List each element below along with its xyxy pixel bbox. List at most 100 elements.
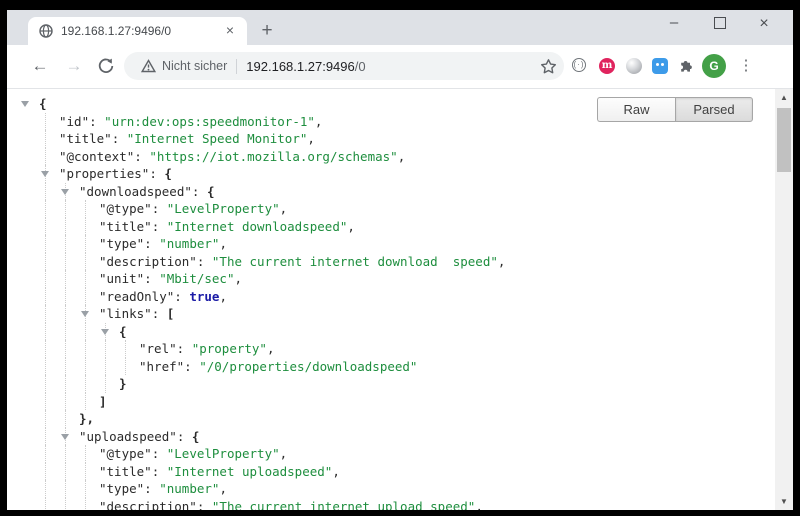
scroll-up-icon[interactable]: ▲: [775, 89, 793, 106]
json-line-text: "href": "/0/properties/downloadspeed": [7, 358, 417, 376]
reload-icon[interactable]: [97, 57, 115, 75]
browser-menu-icon[interactable]: ⋮: [736, 54, 756, 78]
extension-ring-icon[interactable]: (·): [572, 58, 586, 72]
json-line-text: "links": [: [7, 305, 174, 323]
indent-guide: [65, 480, 66, 498]
forward-button[interactable]: →: [61, 53, 87, 79]
json-line-text: "rel": "property",: [7, 340, 275, 358]
omnibox-separator: [236, 59, 237, 74]
json-line-text: "title": "Internet downloadspeed",: [7, 218, 355, 236]
url-host: 192.168.1.27:9496: [246, 59, 354, 74]
json-line: "type": "number",: [7, 480, 775, 498]
json-line: "@type": "LevelProperty",: [7, 200, 775, 218]
indent-guide: [125, 358, 126, 376]
browser-toolbar: ← → Nicht sicher 192.168.1.27:9496/0 (·)…: [7, 45, 793, 89]
json-line-text: "type": "number",: [7, 235, 227, 253]
indent-guide: [85, 445, 86, 463]
indent-guide: [65, 305, 66, 323]
indent-guide: [85, 463, 86, 481]
indent-guide: [45, 358, 46, 376]
collapse-triangle-icon[interactable]: [41, 171, 49, 177]
json-line-text: "type": "number",: [7, 480, 227, 498]
json-line: "title": "Internet downloadspeed",: [7, 218, 775, 236]
json-line: "title": "Internet Speed Monitor",: [7, 130, 775, 148]
indent-guide: [85, 200, 86, 218]
indent-guide: [45, 235, 46, 253]
raw-parsed-toggle: Raw Parsed: [597, 97, 753, 122]
indent-guide: [65, 375, 66, 393]
json-line-text: "@context": "https://iot.mozilla.org/sch…: [7, 148, 405, 166]
tab-close-icon[interactable]: ×: [221, 21, 239, 39]
indent-guide: [65, 358, 66, 376]
json-line: "properties": {: [7, 165, 775, 183]
json-line: "description": "The current internet upl…: [7, 498, 775, 511]
json-line-text: "readOnly": true,: [7, 288, 227, 306]
vertical-scrollbar[interactable]: ▲ ▼: [775, 89, 793, 510]
scrollbar-thumb[interactable]: [777, 108, 791, 172]
json-line-text: "id": "urn:dev:ops:speedmonitor-1",: [7, 113, 322, 131]
extensions-puzzle-icon[interactable]: [678, 58, 694, 74]
not-secure-warning-icon: [141, 59, 156, 73]
collapse-triangle-icon[interactable]: [61, 434, 69, 440]
json-line-text: },: [7, 410, 94, 428]
indent-guide: [45, 340, 46, 358]
minimize-button[interactable]: –: [662, 14, 686, 34]
indent-guide: [85, 340, 86, 358]
indent-guide: [85, 358, 86, 376]
json-line: "rel": "property",: [7, 340, 775, 358]
indent-guide: [45, 393, 46, 411]
url-text: 192.168.1.27:9496/0: [246, 59, 365, 74]
json-line-text: "properties": {: [7, 165, 172, 183]
indent-guide: [65, 410, 66, 428]
raw-button[interactable]: Raw: [597, 97, 675, 122]
omnibox[interactable]: Nicht sicher 192.168.1.27:9496/0: [124, 52, 564, 80]
json-line: },: [7, 410, 775, 428]
json-line-text: ]: [7, 393, 107, 411]
indent-guide: [125, 340, 126, 358]
back-button[interactable]: ←: [27, 53, 53, 79]
indent-guide: [65, 218, 66, 236]
indent-guide: [45, 218, 46, 236]
indent-guide: [45, 113, 46, 131]
parsed-button[interactable]: Parsed: [675, 97, 753, 122]
json-line: "type": "number",: [7, 235, 775, 253]
indent-guide: [45, 410, 46, 428]
extension-m-icon[interactable]: m: [599, 58, 615, 74]
indent-guide: [65, 270, 66, 288]
json-line: "@type": "LevelProperty",: [7, 445, 775, 463]
scroll-down-icon[interactable]: ▼: [775, 493, 793, 510]
maximize-button[interactable]: [714, 17, 726, 29]
json-line: "description": "The current internet dow…: [7, 253, 775, 271]
profile-avatar[interactable]: G: [702, 54, 726, 78]
indent-guide: [65, 235, 66, 253]
json-line: "@context": "https://iot.mozilla.org/sch…: [7, 148, 775, 166]
json-line-text: "@type": "LevelProperty",: [7, 445, 287, 463]
indent-guide: [105, 340, 106, 358]
collapse-triangle-icon[interactable]: [61, 189, 69, 195]
json-line-text: }: [7, 375, 127, 393]
json-line-text: "downloadspeed": {: [7, 183, 214, 201]
json-line: "uploadspeed": {: [7, 428, 775, 446]
json-line-text: "title": "Internet uploadspeed",: [7, 463, 340, 481]
extension-robot-icon[interactable]: [652, 58, 668, 74]
collapse-triangle-icon[interactable]: [21, 101, 29, 107]
indent-guide: [65, 445, 66, 463]
indent-guide: [45, 445, 46, 463]
indent-guide: [85, 375, 86, 393]
indent-guide: [85, 288, 86, 306]
indent-guide: [85, 270, 86, 288]
new-tab-button[interactable]: +: [256, 19, 278, 43]
collapse-triangle-icon[interactable]: [101, 329, 109, 335]
collapse-triangle-icon[interactable]: [81, 311, 89, 317]
indent-guide: [85, 235, 86, 253]
indent-guide: [105, 358, 106, 376]
json-line: "readOnly": true,: [7, 288, 775, 306]
close-window-button[interactable]: ×: [753, 13, 775, 35]
indent-guide: [45, 323, 46, 341]
indent-guide: [45, 428, 46, 446]
indent-guide: [65, 498, 66, 511]
bookmark-star-icon[interactable]: [540, 58, 557, 75]
browser-tab[interactable]: 192.168.1.27:9496/0 ×: [28, 17, 247, 45]
json-line-text: "uploadspeed": {: [7, 428, 199, 446]
extension-sphere-icon[interactable]: [626, 58, 642, 74]
